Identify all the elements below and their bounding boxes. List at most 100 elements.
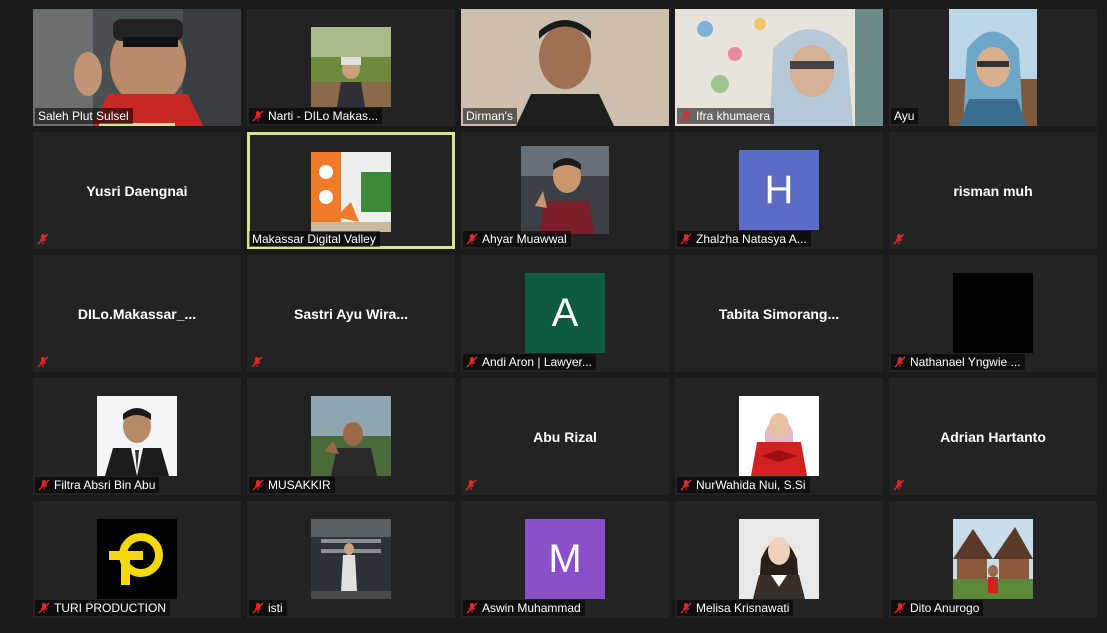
participant-name: Abu Rizal bbox=[533, 428, 597, 445]
profile-photo bbox=[97, 396, 177, 476]
participant-name: Dirman's bbox=[466, 109, 513, 123]
participant-tile[interactable]: Tabita Simorang... bbox=[675, 255, 883, 372]
participant-tile[interactable]: H Zhalzha Natasya A... bbox=[675, 132, 883, 249]
profile-photo bbox=[953, 273, 1033, 353]
turi-production-logo bbox=[97, 519, 177, 599]
participant-name: Melisa Krisnawati bbox=[696, 601, 790, 615]
participant-tile[interactable]: Dito Anurogo bbox=[889, 501, 1097, 618]
participant-name-tag: isti bbox=[249, 600, 287, 616]
muted-microphone-icon bbox=[251, 356, 263, 368]
participant-name: Ahyar Muawwal bbox=[482, 232, 567, 246]
participant-name-tag: Melisa Krisnawati bbox=[677, 600, 794, 616]
participant-tile[interactable]: A Andi Aron | Lawyer... bbox=[461, 255, 669, 372]
muted-microphone-icon bbox=[38, 479, 50, 491]
participant-name: Makassar Digital Valley bbox=[252, 232, 376, 246]
participant-tile[interactable]: DILo.Makassar_... bbox=[33, 255, 241, 372]
avatar-letter: M bbox=[525, 519, 605, 599]
participant-tile[interactable]: Ifra khumaera bbox=[675, 9, 883, 126]
muted-microphone-icon bbox=[465, 479, 477, 491]
profile-photo bbox=[311, 396, 391, 476]
participant-name-tag: Narti - DILo Makas... bbox=[249, 108, 383, 124]
muted-microphone-icon bbox=[894, 356, 906, 368]
participant-name: DILo.Makassar_... bbox=[77, 305, 197, 322]
participant-tile[interactable]: Ahyar Muawwal bbox=[461, 132, 669, 249]
participant-tile[interactable]: Sastri Ayu Wira... bbox=[247, 255, 455, 372]
participant-name: Narti - DILo Makas... bbox=[268, 109, 379, 123]
muted-microphone-icon bbox=[466, 356, 478, 368]
muted-microphone-icon bbox=[252, 110, 264, 122]
participant-name-tag: Makassar Digital Valley bbox=[249, 231, 380, 247]
muted-microphone-icon bbox=[680, 602, 692, 614]
participant-tile[interactable]: TURI PRODUCTION bbox=[33, 501, 241, 618]
avatar-letter: H bbox=[739, 150, 819, 230]
participant-name-tag: Ahyar Muawwal bbox=[463, 231, 571, 247]
participant-name-tag: Saleh Plut Sulsel bbox=[35, 108, 133, 124]
muted-microphone-icon bbox=[38, 602, 50, 614]
participant-name: TURI PRODUCTION bbox=[54, 601, 166, 615]
muted-microphone-icon bbox=[893, 233, 905, 245]
participant-name-tag: TURI PRODUCTION bbox=[35, 600, 170, 616]
participant-tile[interactable]: MUSAKKIR bbox=[247, 378, 455, 495]
profile-photo bbox=[311, 152, 391, 232]
participant-name: Dito Anurogo bbox=[910, 601, 980, 615]
participant-name-tag: Zhalzha Natasya A... bbox=[677, 231, 811, 247]
muted-microphone-icon bbox=[37, 356, 49, 368]
participant-name: NurWahida Nui, S.Si bbox=[696, 478, 806, 492]
participant-tile[interactable]: isti bbox=[247, 501, 455, 618]
participant-name: Adrian Hartanto bbox=[940, 428, 1046, 445]
participant-name: risman muh bbox=[953, 182, 1033, 199]
participant-name: Saleh Plut Sulsel bbox=[38, 109, 129, 123]
participant-tile[interactable]: Abu Rizal bbox=[461, 378, 669, 495]
participant-tile[interactable]: risman muh bbox=[889, 132, 1097, 249]
participant-name: Andi Aron | Lawyer... bbox=[482, 355, 592, 369]
muted-microphone-icon bbox=[466, 602, 478, 614]
muted-microphone-icon bbox=[894, 602, 906, 614]
profile-photo bbox=[311, 27, 391, 107]
participant-tile[interactable]: Melisa Krisnawati bbox=[675, 501, 883, 618]
muted-microphone-icon bbox=[680, 233, 692, 245]
participant-name-tag: MUSAKKIR bbox=[249, 477, 335, 493]
muted-microphone-icon bbox=[893, 479, 905, 491]
participant-name-tag: NurWahida Nui, S.Si bbox=[677, 477, 810, 493]
participant-tile[interactable]: NurWahida Nui, S.Si bbox=[675, 378, 883, 495]
participant-name: MUSAKKIR bbox=[268, 478, 331, 492]
participant-tile-active[interactable]: Makassar Digital Valley bbox=[247, 132, 455, 249]
muted-microphone-icon bbox=[37, 233, 49, 245]
participant-name-tag: Aswin Muhammad bbox=[463, 600, 585, 616]
participant-name: Ayu bbox=[894, 109, 915, 123]
participant-tile[interactable]: Ayu bbox=[889, 9, 1097, 126]
participant-name: Zhalzha Natasya A... bbox=[696, 232, 807, 246]
avatar-letter: A bbox=[525, 273, 605, 353]
participant-name-tag: Dito Anurogo bbox=[891, 600, 984, 616]
participant-name-tag: Andi Aron | Lawyer... bbox=[463, 354, 596, 370]
muted-microphone-icon bbox=[680, 110, 692, 122]
participant-name-tag: Ayu bbox=[891, 108, 919, 124]
participant-name: Sastri Ayu Wira... bbox=[294, 305, 408, 322]
profile-photo bbox=[521, 146, 609, 234]
profile-photo bbox=[953, 519, 1033, 599]
participant-name: Yusri Daengnai bbox=[86, 182, 188, 199]
profile-photo bbox=[311, 519, 391, 599]
muted-microphone-icon bbox=[252, 479, 264, 491]
participant-name: isti bbox=[268, 601, 283, 615]
participant-name-tag: Nathanael Yngwie ... bbox=[891, 354, 1025, 370]
muted-microphone-icon bbox=[252, 602, 264, 614]
profile-photo bbox=[739, 396, 819, 476]
participant-tile[interactable]: Saleh Plut Sulsel bbox=[33, 9, 241, 126]
muted-microphone-icon bbox=[466, 233, 478, 245]
video-gallery: Saleh Plut Sulsel Narti - DILo Makas... … bbox=[33, 9, 1097, 618]
participant-tile[interactable]: Dirman's bbox=[461, 9, 669, 126]
participant-tile[interactable]: Nathanael Yngwie ... bbox=[889, 255, 1097, 372]
participant-name: Ifra khumaera bbox=[696, 109, 771, 123]
participant-tile[interactable]: Yusri Daengnai bbox=[33, 132, 241, 249]
participant-name: Nathanael Yngwie ... bbox=[910, 355, 1021, 369]
participant-tile[interactable]: M Aswin Muhammad bbox=[461, 501, 669, 618]
participant-tile[interactable]: Filtra Absri Bin Abu bbox=[33, 378, 241, 495]
participant-name: Aswin Muhammad bbox=[482, 601, 581, 615]
profile-photo bbox=[739, 519, 819, 599]
participant-name: Tabita Simorang... bbox=[718, 305, 840, 322]
participant-name-tag: Filtra Absri Bin Abu bbox=[35, 477, 160, 493]
participant-tile[interactable]: Adrian Hartanto bbox=[889, 378, 1097, 495]
participant-tile[interactable]: Narti - DILo Makas... bbox=[247, 9, 455, 126]
profile-photo bbox=[949, 9, 1037, 126]
